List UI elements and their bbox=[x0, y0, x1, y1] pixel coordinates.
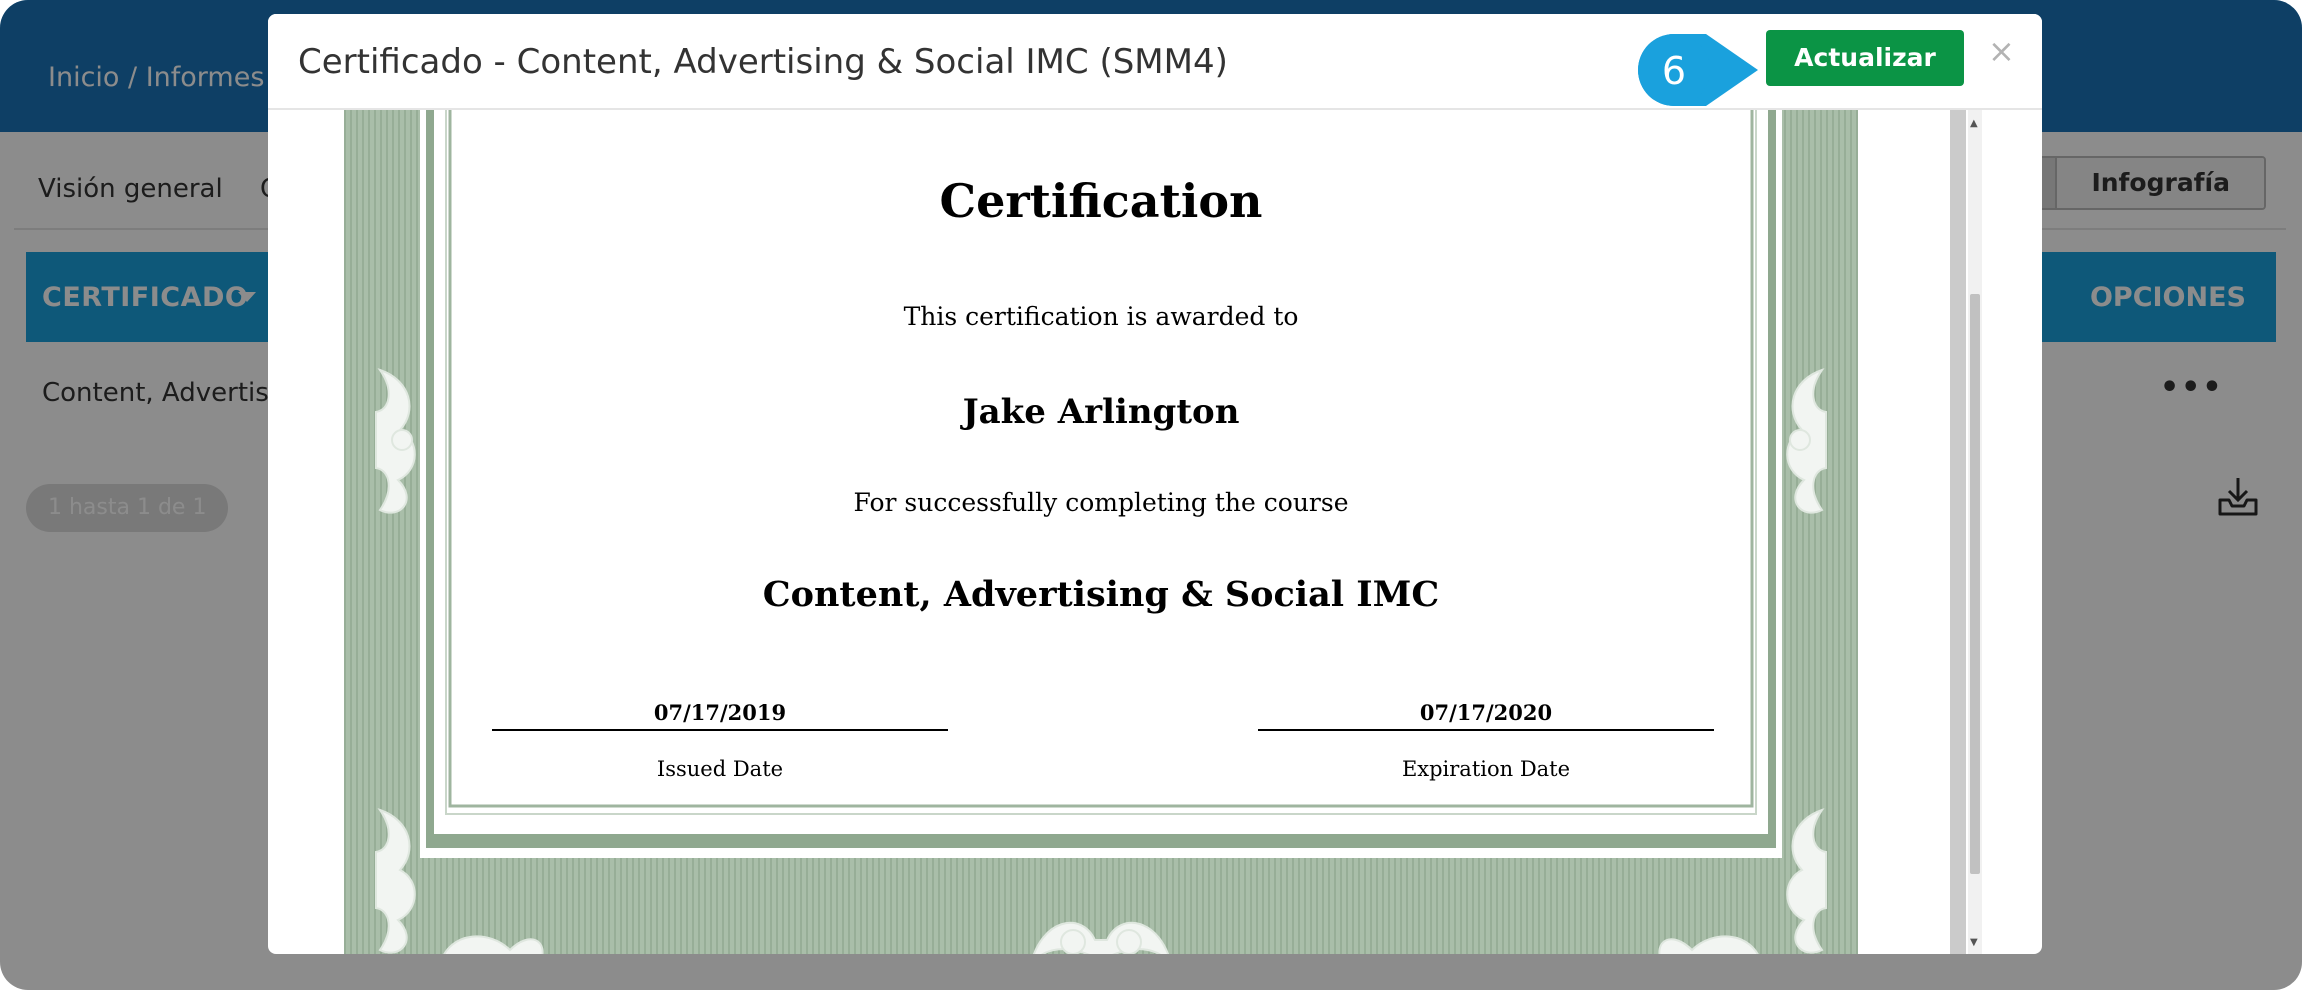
step-number: 6 bbox=[1661, 49, 1687, 93]
scroll-up-icon[interactable]: ▲ bbox=[1970, 118, 1978, 129]
certificate-page: Certification This certification is awar… bbox=[338, 110, 1864, 954]
issued-date-label: Issued Date bbox=[656, 757, 784, 781]
close-icon[interactable]: × bbox=[1988, 32, 2015, 70]
modal-title: Certificado - Content, Advertising & Soc… bbox=[298, 42, 1228, 82]
scroll-down-icon[interactable]: ▼ bbox=[1970, 937, 1978, 948]
certificate-heading: Certification bbox=[939, 174, 1263, 228]
certificate-border bbox=[338, 110, 1864, 954]
certificate-completing: For successfully completing the course bbox=[853, 488, 1349, 517]
expiration-date: 07/17/2020 bbox=[1258, 700, 1714, 731]
certificate-recipient: Jake Arlington bbox=[962, 392, 1240, 432]
certificate-course: Content, Advertising & Social IMC bbox=[762, 574, 1440, 615]
expiration-date-block: 07/17/2020 Expiration Date bbox=[1258, 700, 1714, 781]
scrollbar-thumb[interactable] bbox=[1970, 294, 1980, 874]
expiration-date-label: Expiration Date bbox=[1401, 757, 1571, 781]
scrollbar[interactable]: ▲ ▼ bbox=[1968, 110, 1982, 954]
issued-date-block: 07/17/2019 Issued Date bbox=[492, 700, 948, 781]
page-gutter bbox=[1950, 110, 1966, 954]
app-window: Inicio / Informes / Visión general C so … bbox=[0, 0, 2302, 990]
certificate-awarded-to: This certification is awarded to bbox=[903, 302, 1299, 331]
certificate-modal: Certificado - Content, Advertising & Soc… bbox=[268, 14, 2042, 954]
issued-date: 07/17/2019 bbox=[492, 700, 948, 731]
update-button[interactable]: Actualizar bbox=[1766, 30, 1964, 86]
modal-header: Certificado - Content, Advertising & Soc… bbox=[268, 14, 2042, 110]
